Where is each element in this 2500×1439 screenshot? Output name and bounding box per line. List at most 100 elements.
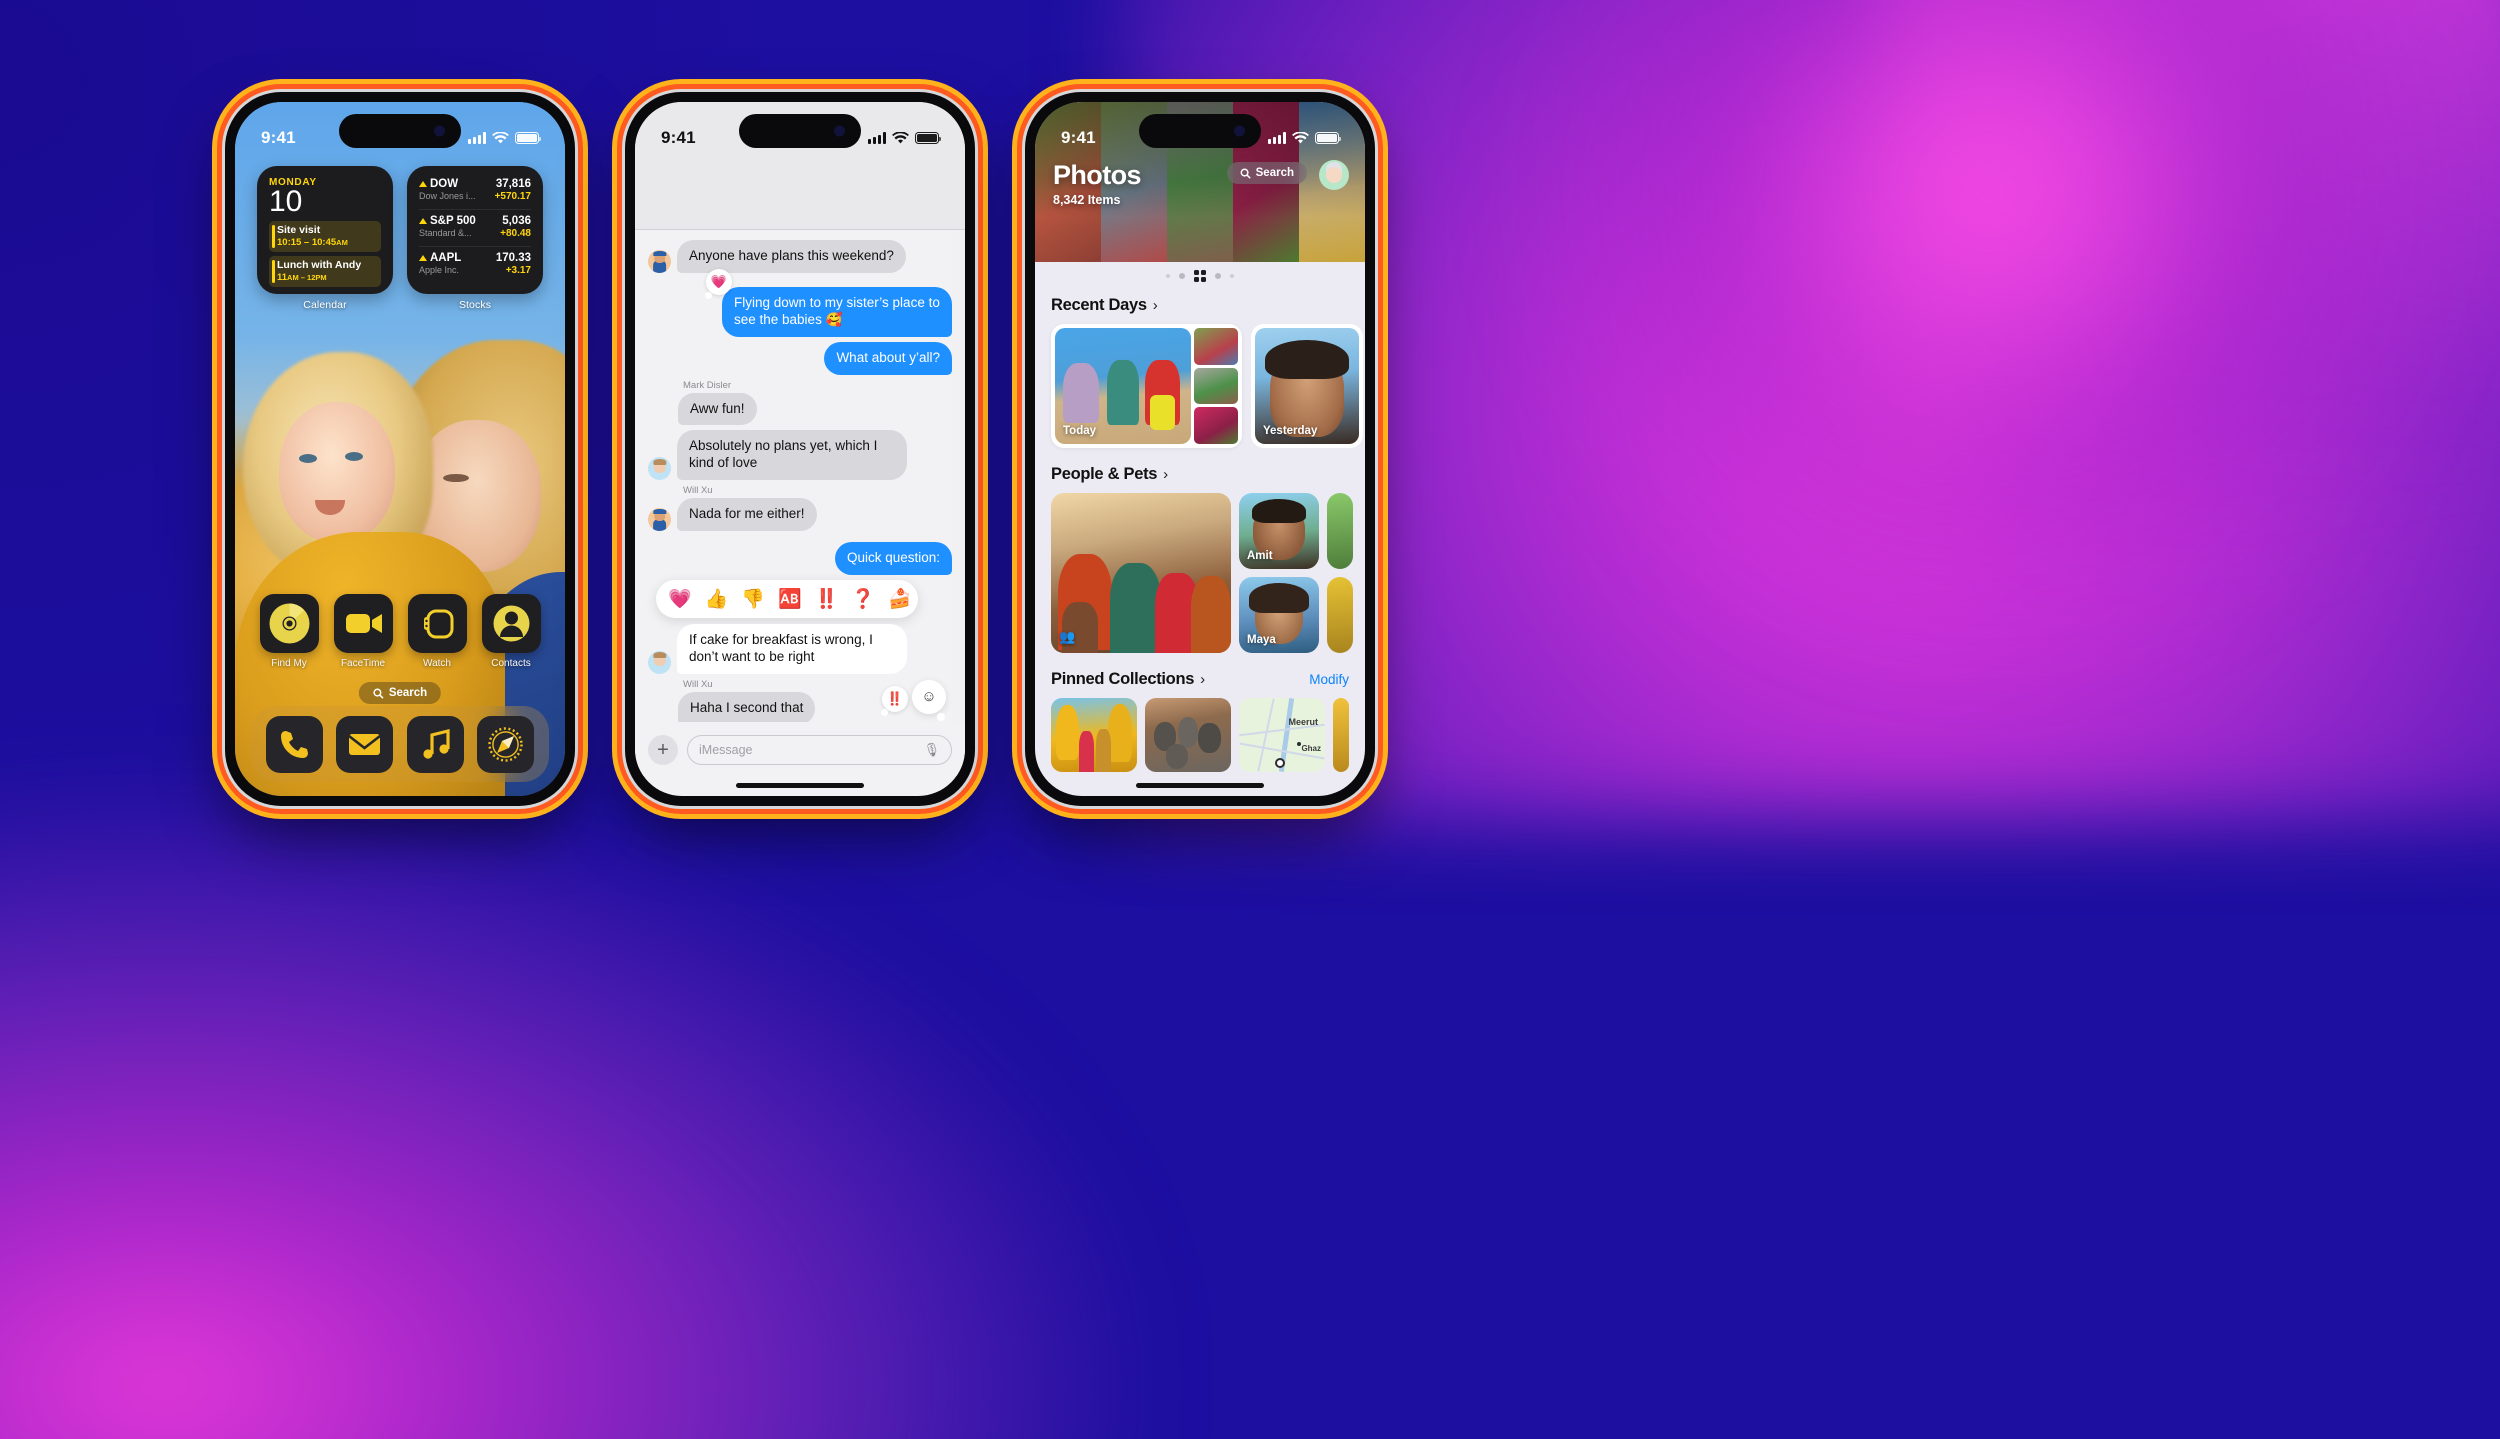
music-icon[interactable] [406,715,464,773]
pager-dot[interactable] [1230,274,1234,278]
mail-icon[interactable] [336,715,394,773]
people-group-tile[interactable]: 👥 [1051,493,1231,653]
message-thread[interactable]: Anyone have plans this weekend? 💗 Flying… [635,230,965,722]
message-bubble[interactable]: Aww fun! [678,392,757,426]
photo-thumbnail[interactable] [1194,407,1238,444]
person-tile-amit[interactable]: Amit [1239,493,1319,569]
phone-icon[interactable] [265,715,323,773]
app-label: Contacts [491,658,531,669]
safari-icon[interactable] [477,715,535,773]
tapback-option-exclamation[interactable]: ‼️ [815,587,839,611]
page-title: Photos [1053,160,1142,190]
stock-row[interactable]: DOW Dow Jones i... 37,816 +570.17 [419,177,531,202]
collection-tile-map[interactable]: Meerut Ghaz [1239,698,1325,772]
app-find-my[interactable]: Find My [253,594,325,669]
recent-days-rail[interactable]: Today Yesterday [1035,324,1365,448]
message-bubble[interactable]: Quick question: [834,542,952,575]
app-watch[interactable]: Watch [401,594,473,669]
message-bubble[interactable]: If cake for breakfast is wrong, I don’t … [677,623,907,674]
imessage-input[interactable]: iMessage 🎙 [687,735,952,765]
chevron-right-icon: › [1200,671,1205,688]
tapback-picker[interactable]: 💗 👍 👎 🆎 ‼️ ❓ 🍰 [656,579,918,618]
people-pets-rail[interactable]: 👥 Amit Maya [1035,493,1365,653]
collection-tile[interactable] [1333,698,1349,772]
photos-search-button[interactable]: Search [1226,162,1307,184]
phone1-screen: 9:41 MONDAY 10 Site visit 10:15 – 10:45A… [235,102,565,796]
message-sender: Will Xu [683,485,713,497]
watch-icon [407,594,467,653]
event-title: Lunch with Andy [277,259,362,272]
map-label: Meerut [1288,717,1318,728]
signal-bars-icon [468,132,486,144]
tapback-option-thumbs-down[interactable]: 👎 [741,587,765,611]
person-tile[interactable] [1327,493,1353,569]
pager-dot[interactable] [1166,274,1170,278]
photos-pager[interactable] [1035,270,1365,282]
message-bubble[interactable]: What about y’all? [824,341,952,375]
stock-name: Apple Inc. [419,265,460,275]
tapback-option-question[interactable]: ❓ [851,587,875,611]
tapback-option-cake[interactable]: 🍰 [888,587,912,611]
chevron-right-icon: › [1163,466,1168,483]
message-row: Quick question: [648,542,952,575]
message-row: If cake for breakfast is wrong, I don’t … [648,623,952,674]
status-time: 9:41 [1061,128,1096,147]
tile-caption: Maya [1247,634,1276,646]
section-header-people-pets[interactable]: People & Pets › [1035,448,1365,493]
battery-icon [1315,132,1342,144]
pager-dot[interactable] [1215,273,1221,279]
message-bubble[interactable]: Absolutely no plans yet, which I kind of… [677,430,907,481]
photos-content[interactable]: Recent Days › Today Yesterday People & P… [1035,284,1365,796]
tapback-option-thumbs-up[interactable]: 👍 [705,587,729,611]
stock-change: +570.17 [494,191,531,202]
stock-row[interactable]: S&P 500 Standard &... 5,036 +80.48 [419,209,531,239]
group-people-icon: 👥 [1059,629,1076,644]
microphone-icon[interactable]: 🎙 [923,742,940,758]
add-attachment-icon[interactable]: + [648,735,678,765]
triangle-up-icon [419,181,427,187]
pager-dot[interactable] [1179,273,1185,279]
section-header-recent-days[interactable]: Recent Days › [1035,284,1365,324]
tapback-option-haha[interactable]: 🆎 [778,587,802,611]
stocks-widget-wrap: DOW Dow Jones i... 37,816 +570.17 S&P 50… [407,166,543,311]
app-facetime[interactable]: FaceTime [327,594,399,669]
calendar-event[interactable]: Lunch with Andy 11AM – 12PM [269,256,381,287]
home-search-pill[interactable]: Search [358,682,442,704]
photo-thumbnail[interactable]: Today [1055,328,1191,444]
calendar-widget[interactable]: MONDAY 10 Site visit 10:15 – 10:45AM Lun… [257,166,393,294]
modify-button[interactable]: Modify [1309,672,1349,687]
message-row: Aww fun! [648,392,952,426]
recent-day-card[interactable]: Yesterday [1251,324,1363,448]
collection-tile[interactable] [1145,698,1231,772]
person-tile-maya[interactable]: Maya [1239,577,1319,653]
app-label: FaceTime [340,658,386,669]
pinned-collections-rail[interactable]: Meerut Ghaz [1035,698,1365,772]
event-title: Site visit [277,224,321,237]
recent-day-card[interactable]: Today [1051,324,1242,448]
tapback-option-heart[interactable]: 💗 [668,587,692,611]
pager-grid-icon[interactable] [1194,270,1206,282]
tapback-exclamation-icon[interactable]: ‼️ [881,685,908,716]
chevron-right-icon: › [1152,297,1158,314]
avatar [648,249,671,273]
tapback-heart-icon[interactable]: 💗 [705,268,732,299]
app-label: Find My [271,658,307,669]
app-contacts[interactable]: Contacts [475,594,547,669]
stock-row[interactable]: AAPL Apple Inc. 170.33 +3.17 [419,246,531,276]
section-header-pinned-collections[interactable]: Pinned Collections › Modify [1035,653,1365,698]
calendar-event[interactable]: Site visit 10:15 – 10:45AM [269,221,381,253]
account-avatar[interactable] [1319,160,1349,190]
stocks-widget[interactable]: DOW Dow Jones i... 37,816 +570.17 S&P 50… [407,166,543,294]
message-bubble[interactable]: Flying down to my sister’s place to see … [722,286,952,337]
message-row: What about y’all? [648,341,952,375]
section-title: Pinned Collections [1051,670,1195,688]
collection-tile[interactable] [1051,698,1137,772]
message-bubble[interactable]: Haha I second that [678,691,816,722]
person-tile[interactable] [1327,577,1353,653]
stock-name: Standard &... [419,228,472,238]
message-bubble[interactable]: Nada for me either! [677,498,817,531]
message-bubble[interactable]: Anyone have plans this weekend? [677,240,906,273]
photo-thumbnail[interactable] [1194,328,1238,365]
photo-thumbnail[interactable] [1194,367,1238,405]
add-emoji-icon[interactable]: ☺ [912,679,946,721]
